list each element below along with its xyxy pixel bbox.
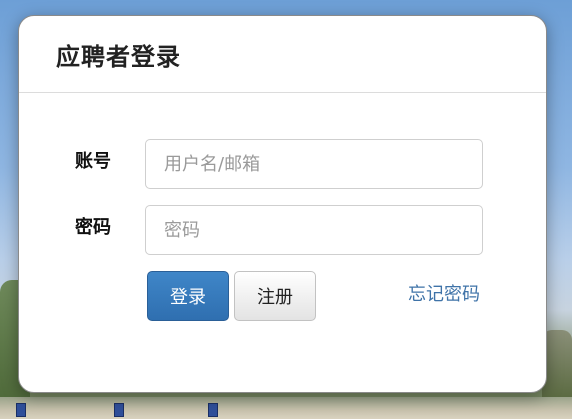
login-dialog: 应聘者登录 账号 密码 登录 注册 忘记密码 xyxy=(18,15,547,393)
page-background: 应聘者登录 账号 密码 登录 注册 忘记密码 xyxy=(0,0,572,419)
password-label: 密码 xyxy=(75,217,111,238)
account-row: 账号 xyxy=(19,139,546,189)
register-button[interactable]: 注册 xyxy=(234,271,316,321)
background-ground xyxy=(0,397,572,419)
forgot-password-link[interactable]: 忘记密码 xyxy=(408,283,480,307)
account-label: 账号 xyxy=(75,151,111,172)
background-post xyxy=(114,403,124,417)
form-actions: 登录 注册 忘记密码 xyxy=(19,271,546,323)
dialog-title: 应聘者登录 xyxy=(56,42,181,71)
password-row: 密码 xyxy=(19,205,546,255)
dialog-header: 应聘者登录 xyxy=(19,16,546,93)
background-post xyxy=(16,403,26,417)
account-input[interactable] xyxy=(145,139,483,189)
login-button[interactable]: 登录 xyxy=(147,271,229,321)
password-input[interactable] xyxy=(145,205,483,255)
background-post xyxy=(208,403,218,417)
